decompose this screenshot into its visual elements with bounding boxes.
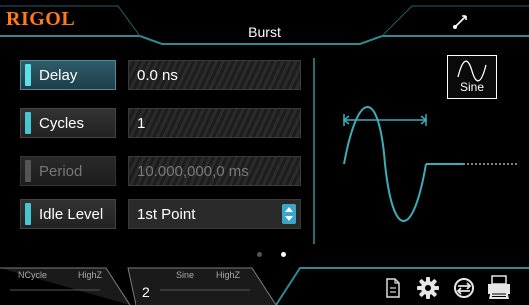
param-label: Cycles — [39, 114, 85, 132]
dropdown-spinner-icon[interactable] — [282, 204, 296, 224]
delay-value-field[interactable]: 0.0 ns — [128, 60, 301, 90]
page-title: Burst — [248, 24, 281, 40]
param-period-button: Period — [20, 156, 116, 186]
utility-icon[interactable] — [453, 277, 475, 299]
param-idle-level-button[interactable]: Idle Level — [20, 199, 116, 229]
page-dot-2[interactable] — [281, 252, 286, 257]
param-value: 1 — [137, 114, 146, 132]
selection-bar — [25, 160, 31, 182]
param-delay-button[interactable]: Delay — [20, 60, 116, 90]
period-value-field: 10.000,000,0 ms — [128, 156, 301, 186]
selection-bar — [25, 203, 31, 225]
cycles-value-field[interactable]: 1 — [128, 108, 301, 138]
waveform-type-button[interactable]: Sine — [447, 55, 497, 99]
selection-bar — [25, 112, 31, 134]
print-icon[interactable] — [486, 274, 512, 300]
top-bar: RIGOL Burst — [0, 0, 529, 46]
waveform-type-label: Sine — [459, 80, 485, 94]
channel-2-number: 2 — [142, 284, 150, 300]
param-cycles-button[interactable]: Cycles — [20, 108, 116, 138]
param-label: Period — [39, 162, 83, 180]
gear-icon[interactable] — [417, 277, 439, 299]
param-value: 0.0 ns — [137, 66, 178, 84]
param-label: Idle Level — [39, 205, 104, 223]
param-label: Delay — [39, 66, 78, 84]
bottom-bar — [0, 267, 529, 305]
selection-bar — [25, 64, 31, 86]
idle-level-dropdown[interactable]: 1st Point — [128, 199, 301, 229]
usb-icon — [453, 15, 467, 29]
channel-2-tab-mode[interactable]: Sine — [176, 270, 194, 280]
page-dot-1[interactable] — [257, 252, 262, 257]
channel-1-tab-load[interactable]: HighZ — [78, 270, 102, 280]
param-value: 10.000,000,0 ms — [137, 162, 249, 180]
channel-2-tab-load[interactable]: HighZ — [216, 270, 240, 280]
file-icon[interactable] — [385, 278, 401, 298]
channel-1-tab-mode[interactable]: NCycle — [18, 270, 47, 280]
param-value: 1st Point — [137, 205, 196, 223]
